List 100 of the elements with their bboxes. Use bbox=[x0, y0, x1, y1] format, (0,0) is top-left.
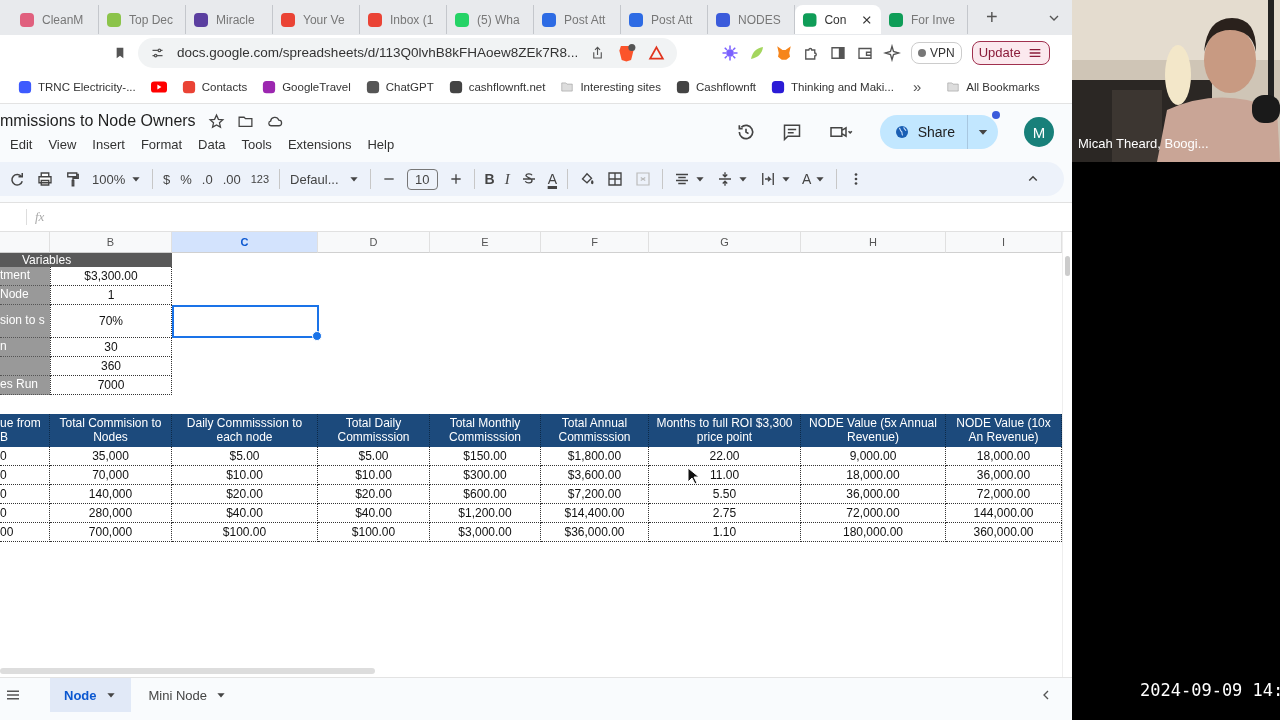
table-cell: $7,200.00 bbox=[541, 484, 649, 504]
menu-item[interactable]: Insert bbox=[84, 135, 133, 154]
table-cell: $3,000.00 bbox=[430, 522, 541, 542]
bookmark-link[interactable] bbox=[150, 80, 167, 93]
number-format-button[interactable]: 123 bbox=[250, 173, 270, 185]
scrollbar-thumb[interactable] bbox=[1065, 255, 1070, 276]
selected-cell[interactable] bbox=[172, 304, 319, 338]
fill-handle[interactable] bbox=[312, 330, 322, 341]
play-icon bbox=[150, 80, 167, 93]
sun-icon[interactable] bbox=[721, 43, 739, 62]
table-cell: 1 bbox=[50, 285, 172, 305]
new-tab-button[interactable]: + bbox=[982, 6, 1002, 29]
menu-item[interactable]: Help bbox=[359, 135, 403, 154]
column-header[interactable]: F bbox=[541, 231, 649, 253]
browser-tab[interactable]: NODES bbox=[708, 5, 795, 34]
comment-icon[interactable] bbox=[781, 122, 802, 142]
decrease-decimal-button[interactable]: .0 bbox=[201, 171, 213, 187]
zoom-dropdown[interactable]: 100% bbox=[92, 171, 142, 187]
bookmark-label: ChatGPT bbox=[385, 80, 434, 93]
font-dropdown[interactable]: Defaul... bbox=[290, 171, 361, 187]
table-cell: 30 bbox=[50, 337, 172, 357]
menu-item[interactable]: Edit bbox=[2, 135, 41, 154]
italic-button[interactable]: I bbox=[504, 170, 510, 188]
table-cell: $100.00 bbox=[172, 522, 318, 542]
menu-item[interactable]: Extensions bbox=[279, 135, 360, 154]
bookmark-link[interactable]: ChatGPT bbox=[365, 79, 434, 94]
browser-tab[interactable]: For Inve bbox=[881, 5, 968, 34]
folder-icon bbox=[560, 79, 575, 94]
column-header[interactable]: E bbox=[430, 231, 541, 253]
all-bookmarks-link[interactable]: All Bookmarks bbox=[946, 79, 1040, 94]
browser-tab[interactable]: Your Ve bbox=[273, 5, 360, 34]
menu-item[interactable]: Format bbox=[132, 135, 191, 154]
increase-decimal-button[interactable]: .00 bbox=[222, 171, 241, 187]
column-header[interactable]: D bbox=[318, 231, 430, 253]
column-header[interactable]: C bbox=[172, 231, 318, 253]
menu-item[interactable]: Data bbox=[190, 135, 234, 154]
table-cell: $10.00 bbox=[172, 465, 318, 485]
table-cell: 9,000.00 bbox=[801, 446, 946, 466]
currency-format-button[interactable]: $ bbox=[163, 171, 171, 187]
browser-tab[interactable]: Post Att bbox=[621, 5, 708, 34]
browser-tab[interactable]: (5) Wha bbox=[447, 5, 534, 34]
column-heading: Months to full ROI $3,300 price point bbox=[655, 416, 794, 445]
star-icon[interactable] bbox=[207, 112, 225, 130]
column-heading: Total Commision to Nodes bbox=[58, 416, 163, 445]
table-cell: 18,000.00 bbox=[801, 465, 946, 485]
vertical-align-dropdown[interactable] bbox=[716, 170, 749, 188]
font-size-field[interactable]: 10 bbox=[407, 168, 438, 190]
browser-tab[interactable]: Top Dec bbox=[99, 5, 186, 34]
borders-icon[interactable] bbox=[606, 170, 624, 188]
text-color-button[interactable]: A bbox=[547, 171, 557, 187]
notification-dot bbox=[992, 111, 1000, 119]
redo-icon[interactable] bbox=[8, 170, 26, 188]
more-bookmarks-button[interactable]: » bbox=[912, 78, 922, 95]
bookmark-link[interactable]: Contacts bbox=[181, 79, 248, 94]
bookmark-link[interactable]: Thinking and Maki... bbox=[771, 79, 894, 94]
print-icon[interactable] bbox=[36, 170, 54, 188]
text-wrap-dropdown[interactable] bbox=[759, 170, 792, 188]
bold-button[interactable]: B bbox=[484, 171, 495, 187]
fox-icon[interactable] bbox=[775, 43, 793, 62]
paint-format-icon[interactable] bbox=[64, 170, 82, 188]
column-header[interactable]: B bbox=[50, 231, 172, 253]
sheet-tab[interactable]: Node bbox=[50, 678, 131, 713]
triangle-icon[interactable] bbox=[648, 43, 665, 62]
browser-tab[interactable]: Con bbox=[795, 5, 881, 34]
document-title[interactable]: mmissions to Node Owners bbox=[0, 112, 196, 130]
update-button[interactable]: Update bbox=[971, 40, 1050, 65]
table-cell: $5.00 bbox=[172, 446, 318, 466]
url-text[interactable]: docs.google.com/spreadsheets/d/113Q0lvhB8kFHAoew8ZEk7R8... bbox=[177, 45, 579, 60]
column-heading: ue from B bbox=[0, 416, 42, 445]
browser-tab[interactable]: Miracle bbox=[186, 5, 273, 34]
bookmark-link[interactable]: TRNC Electricity-... bbox=[18, 79, 136, 94]
browser-tab[interactable]: Inbox (1 bbox=[360, 5, 447, 34]
browser-tab[interactable]: Post Att bbox=[534, 5, 621, 34]
text-wrap-icon bbox=[759, 170, 777, 188]
percent-format-button[interactable]: % bbox=[180, 171, 192, 187]
text-rotation-dropdown[interactable]: A bbox=[802, 171, 827, 187]
menu-item[interactable]: Tools bbox=[233, 135, 280, 154]
column-header[interactable]: I bbox=[946, 231, 1062, 253]
sparkle-icon[interactable] bbox=[883, 43, 901, 62]
browser-tab[interactable]: CleanM bbox=[12, 5, 99, 34]
table-cell: 5.50 bbox=[649, 484, 801, 504]
account-avatar[interactable]: M bbox=[1024, 117, 1054, 147]
vpn-button[interactable]: VPN bbox=[911, 41, 962, 64]
table-cell: $40.00 bbox=[172, 503, 318, 523]
bookmark-link[interactable]: GoogleTravel bbox=[262, 79, 351, 94]
column-header[interactable]: H bbox=[801, 231, 946, 253]
table-cell: 35,000 bbox=[50, 446, 172, 466]
table-cell: $1,200.00 bbox=[430, 503, 541, 523]
column-header[interactable]: G bbox=[649, 231, 801, 253]
sheet-tab[interactable]: Mini Node bbox=[134, 678, 242, 713]
share-label: Share bbox=[917, 124, 955, 140]
menu-item[interactable]: View bbox=[40, 135, 85, 154]
bookmark-link[interactable]: cashflownft.net bbox=[448, 79, 546, 94]
table-cell: $40.00 bbox=[318, 503, 430, 523]
bookmark-link[interactable]: Cashflownft bbox=[675, 79, 757, 94]
address-field[interactable]: docs.google.com/spreadsheets/d/113Q0lvhB8kFHAoew8ZEk7R8... bbox=[138, 37, 677, 68]
scrollbar-thumb[interactable] bbox=[0, 667, 375, 674]
bookmark-link[interactable]: Interesting sites bbox=[560, 79, 661, 94]
bookmark-label: GoogleTravel bbox=[282, 80, 351, 93]
merge-cells-icon[interactable] bbox=[634, 170, 652, 188]
